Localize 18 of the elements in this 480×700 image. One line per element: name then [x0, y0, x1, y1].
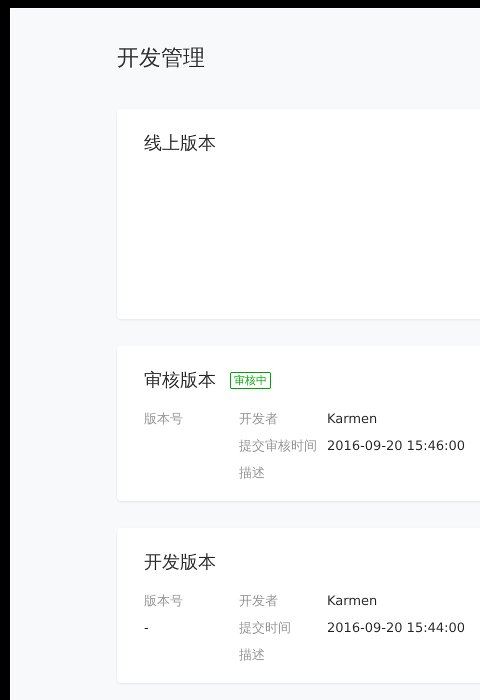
status-tag: 审核中 — [230, 372, 271, 388]
field-label: 提交时间 — [239, 620, 292, 638]
field-label: 版本号 — [144, 593, 184, 611]
field-label: 描述 — [239, 647, 266, 665]
field-value: - — [144, 620, 150, 638]
field-label: 开发者 — [239, 593, 279, 611]
field-value: 2016-09-20 15:46:00 — [327, 439, 466, 454]
field-value: 2016-09-20 15:44:00 — [327, 621, 466, 636]
section-title: 审核版本 — [144, 369, 216, 392]
field-label: 开发者 — [239, 411, 279, 429]
section-title: 开发版本 — [144, 551, 216, 574]
page-title: 开发管理 — [117, 46, 206, 72]
field-value: Karmen — [327, 412, 378, 427]
field-label: 版本号 — [144, 411, 184, 429]
field-label: 提交审核时间 — [239, 438, 318, 456]
field-value: Karmen — [327, 594, 378, 609]
field-label: 描述 — [239, 465, 266, 483]
section-title: 线上版本 — [144, 132, 216, 155]
